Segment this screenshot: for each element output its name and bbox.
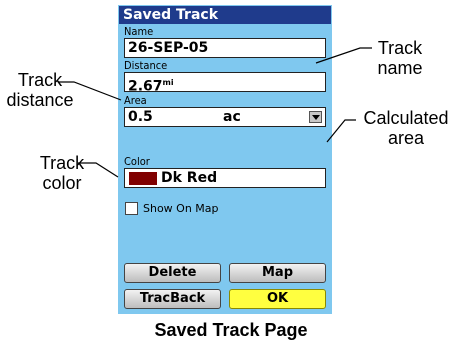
track-name-annotation: Track name xyxy=(360,38,440,78)
track-name-annotation-line1: Track xyxy=(377,38,423,58)
track-distance-annotation-line2: distance xyxy=(6,90,74,110)
track-distance-annotation-line1: Track xyxy=(17,70,63,90)
figure-caption: Saved Track Page xyxy=(154,320,308,340)
track-color-annotation-line2: color xyxy=(42,173,82,193)
track-distance-annotation: Track distance xyxy=(0,70,80,110)
calculated-area-annotation-line1: Calculated xyxy=(363,108,449,128)
track-color-annotation: Track color xyxy=(22,153,102,193)
track-color-annotation-line1: Track xyxy=(39,153,85,173)
track-name-annotation-line2: name xyxy=(377,58,423,78)
calculated-area-annotation-line2: area xyxy=(387,128,425,148)
calculated-area-annotation: Calculated area xyxy=(350,108,462,148)
